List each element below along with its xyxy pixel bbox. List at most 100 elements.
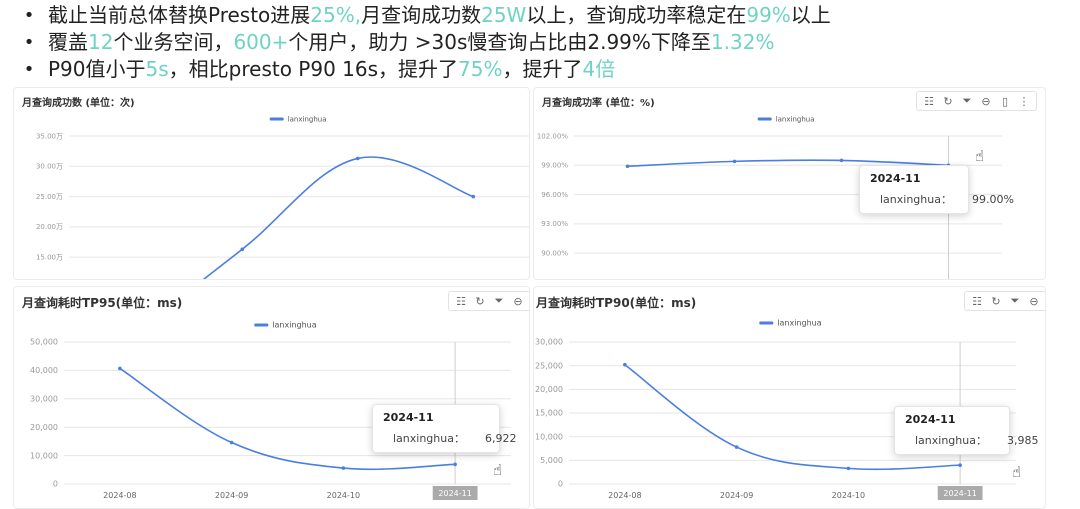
y-tick-label: 30,000 bbox=[535, 338, 563, 347]
tooltip-label: lanxinghua： bbox=[915, 434, 987, 447]
y-tick-label: 15,000 bbox=[535, 409, 563, 418]
highlight-value: 600+ bbox=[233, 30, 289, 54]
data-point[interactable] bbox=[625, 164, 630, 169]
bullet-text: 以上 bbox=[790, 3, 831, 27]
y-tick-label: 96.00% bbox=[541, 191, 568, 199]
y-tick-label: 5,000 bbox=[540, 456, 563, 465]
data-point[interactable] bbox=[341, 466, 346, 470]
bullet-dot-icon: • bbox=[23, 5, 35, 26]
bullet-text: 覆盖 bbox=[48, 30, 88, 54]
chart-legend[interactable]: lanxinghua bbox=[254, 321, 317, 330]
y-tick-label: 30,000 bbox=[30, 394, 58, 403]
chart-legend[interactable]: lanxinghua bbox=[759, 319, 822, 328]
y-tick-label: 20.00万 bbox=[36, 223, 63, 231]
chart-panel-success-rate: 月查询成功率 (单位：%) ☷ ↻ ⏷ ⊖ ▯ ⋮ 81.00%84.00%87… bbox=[533, 87, 1046, 280]
data-point[interactable] bbox=[846, 466, 851, 471]
summary-bullet-2: • 覆盖12个业务空间，600+个用户，助力 >30s慢查询占比由2.99%下降至… bbox=[18, 29, 1068, 56]
data-point[interactable] bbox=[240, 247, 245, 252]
tooltip-title: 2024-11 bbox=[870, 172, 921, 185]
tooltip-label: lanxinghua： bbox=[880, 193, 952, 206]
chart-panel-success-count: 月查询成功数 (单位：次) 05.00万10.00万15.00万20.00万25… bbox=[13, 87, 530, 280]
axis-pointer-label: 2024-11 bbox=[943, 489, 976, 498]
highlight-value: 99% bbox=[746, 3, 791, 27]
y-tick-label: 50,000 bbox=[30, 338, 58, 347]
bullet-text: 月查询成功数 bbox=[361, 3, 482, 27]
legend-marker-icon bbox=[759, 321, 774, 325]
data-point[interactable] bbox=[453, 462, 457, 467]
tooltip-label: lanxinghua： bbox=[393, 432, 465, 445]
bullet-line-1: 截止当前总体替换Presto进展25%,月查询成功数25W以上，查询成功率稳定在… bbox=[48, 2, 831, 29]
data-point[interactable] bbox=[471, 194, 476, 199]
y-tick-label: 0 bbox=[558, 480, 563, 489]
chart-legend[interactable]: lanxinghua bbox=[269, 115, 327, 123]
tooltip-value: 99.00% bbox=[971, 192, 1014, 206]
bullet-line-3: P90值小于5s，相比presto P90 16s，提升了75%，提升了4倍 bbox=[48, 56, 615, 83]
bullet-text: 个用户，助力 >30s慢查询占比由2.99%下降至 bbox=[288, 30, 711, 54]
chart-svg: 05.00万10.00万15.00万20.00万25.00万30.00万35.0… bbox=[36, 115, 529, 279]
chart-svg: 0 5,000 10,000 15,000 20,000 25,000 30,000 2024… bbox=[535, 319, 1016, 500]
y-tick-label: 10,000 bbox=[535, 432, 563, 441]
y-tick-label: 99.00% bbox=[541, 162, 568, 170]
summary-bullet-3: • P90值小于5s，相比presto P90 16s，提升了75%，提升了4倍 bbox=[18, 56, 1068, 83]
tooltip-value: 6,922 bbox=[484, 431, 517, 445]
y-tick-label: 20,000 bbox=[30, 423, 58, 432]
y-tick-label: 0 bbox=[53, 480, 58, 489]
series-line bbox=[202, 156, 474, 279]
highlight-value: 25W bbox=[481, 3, 527, 27]
highlight-value: 1.32% bbox=[710, 30, 775, 54]
y-tick-label: 20,000 bbox=[535, 385, 563, 394]
chart-tooltip: 2024-11 lanxinghua： 6,922 bbox=[372, 404, 516, 453]
bullet-text: 以上，查询成功率稳定在 bbox=[526, 3, 747, 27]
bullet-text: P90值小于 bbox=[48, 57, 146, 81]
chart-tooltip: 2024-11 lanxinghua： 99.00% bbox=[859, 165, 1014, 214]
legend-label: lanxinghua bbox=[776, 115, 815, 123]
hand-cursor-icon: ☝ bbox=[1012, 463, 1022, 481]
data-point[interactable] bbox=[958, 463, 962, 467]
x-tick-label: 2024-10 bbox=[327, 491, 360, 500]
data-point[interactable] bbox=[118, 366, 122, 371]
bullet-text: ，相比presto P90 16s，提升了 bbox=[168, 57, 459, 81]
x-tick-label: 2024-08 bbox=[608, 491, 641, 500]
x-tick-label: 2024-09 bbox=[215, 491, 248, 500]
legend-marker-icon bbox=[757, 117, 772, 121]
chart-legend[interactable]: lanxinghua bbox=[757, 115, 815, 123]
chart-panel-tp90: 月查询耗时TP90(单位：ms) ☷ ↻ ⏷ ⊖ 0 5,000 10,000 15,… bbox=[533, 286, 1046, 509]
legend-marker-icon bbox=[269, 117, 284, 121]
summary-bullet-1: • 截止当前总体替换Presto进展25%,月查询成功数25W以上，查询成功率稳定… bbox=[18, 2, 1068, 29]
chart-panel-tp95: 月查询耗时TP95(单位：ms) ☷ ↻ ⏷ ⊖ 0 10,000 20,000 30… bbox=[13, 286, 530, 509]
data-point[interactable] bbox=[229, 440, 234, 445]
legend-marker-icon bbox=[254, 323, 269, 327]
data-point[interactable] bbox=[355, 156, 360, 161]
hand-cursor-icon: ☝ bbox=[493, 461, 503, 479]
y-tick-label: 102.00% bbox=[537, 132, 568, 140]
data-point[interactable] bbox=[839, 158, 844, 163]
y-tick-label: 25,000 bbox=[535, 361, 563, 370]
chart-tooltip: 2024-11 lanxinghua： 3,985 bbox=[894, 406, 1038, 455]
y-tick-label: 30.00万 bbox=[36, 163, 63, 171]
highlight-value: 12 bbox=[88, 30, 114, 54]
y-tick-label: 35.00万 bbox=[36, 132, 63, 140]
data-point[interactable] bbox=[734, 445, 739, 449]
hand-cursor-icon: ☝ bbox=[975, 147, 985, 165]
tooltip-value: 3,985 bbox=[1006, 433, 1039, 447]
y-tick-label: 25.00万 bbox=[36, 193, 63, 201]
bullet-text: 截止当前总体替换Presto进展 bbox=[48, 3, 311, 27]
x-tick-label: 2024-10 bbox=[832, 491, 865, 500]
y-tick-label: 15.00万 bbox=[36, 253, 63, 261]
y-tick-label: 87.00% bbox=[541, 279, 568, 280]
highlight-value: 75% bbox=[458, 57, 503, 81]
x-tick-label: 2024-08 bbox=[103, 491, 136, 500]
tooltip-title: 2024-11 bbox=[905, 413, 956, 426]
x-tick-label: 2024-09 bbox=[720, 491, 753, 500]
bullet-text: ，提升了 bbox=[502, 57, 583, 81]
chart-svg: 0 10,000 20,000 30,000 40,000 50,000 2024-08 20… bbox=[30, 321, 511, 500]
highlight-value: 5s bbox=[145, 57, 169, 81]
highlight-value: 25%, bbox=[310, 3, 362, 27]
highlight-value: 4倍 bbox=[582, 57, 616, 81]
bullet-line-2: 覆盖12个业务空间，600+个用户，助力 >30s慢查询占比由2.99%下降至1… bbox=[48, 29, 774, 56]
data-point[interactable] bbox=[732, 159, 737, 164]
y-tick-label: 10,000 bbox=[30, 451, 58, 460]
bullet-dot-icon: • bbox=[23, 32, 35, 53]
data-point[interactable] bbox=[623, 362, 627, 367]
y-tick-label: 93.00% bbox=[541, 220, 568, 228]
